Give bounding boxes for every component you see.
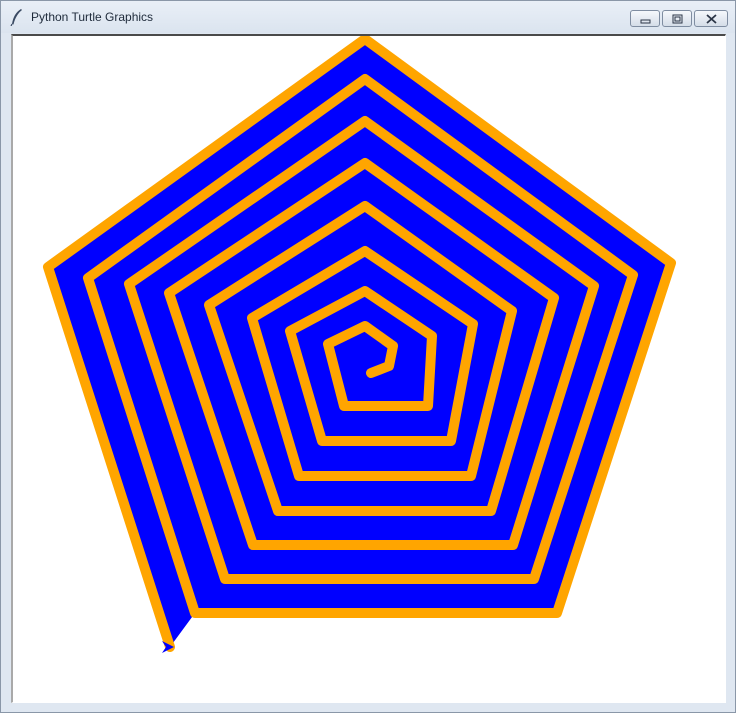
maximize-icon bbox=[672, 14, 683, 24]
turtle-window: Python Turtle Graphics bbox=[0, 0, 736, 713]
maximize-button[interactable] bbox=[662, 10, 692, 27]
feather-app-icon bbox=[10, 9, 22, 26]
turtle-canvas[interactable] bbox=[11, 34, 726, 703]
close-button[interactable] bbox=[694, 10, 728, 27]
title-bar[interactable]: Python Turtle Graphics bbox=[1, 1, 735, 33]
pentagon-spiral-drawing bbox=[43, 36, 676, 653]
minimize-button[interactable] bbox=[630, 10, 660, 27]
minimize-icon bbox=[640, 19, 651, 24]
close-icon bbox=[706, 14, 717, 24]
window-title: Python Turtle Graphics bbox=[31, 10, 154, 24]
